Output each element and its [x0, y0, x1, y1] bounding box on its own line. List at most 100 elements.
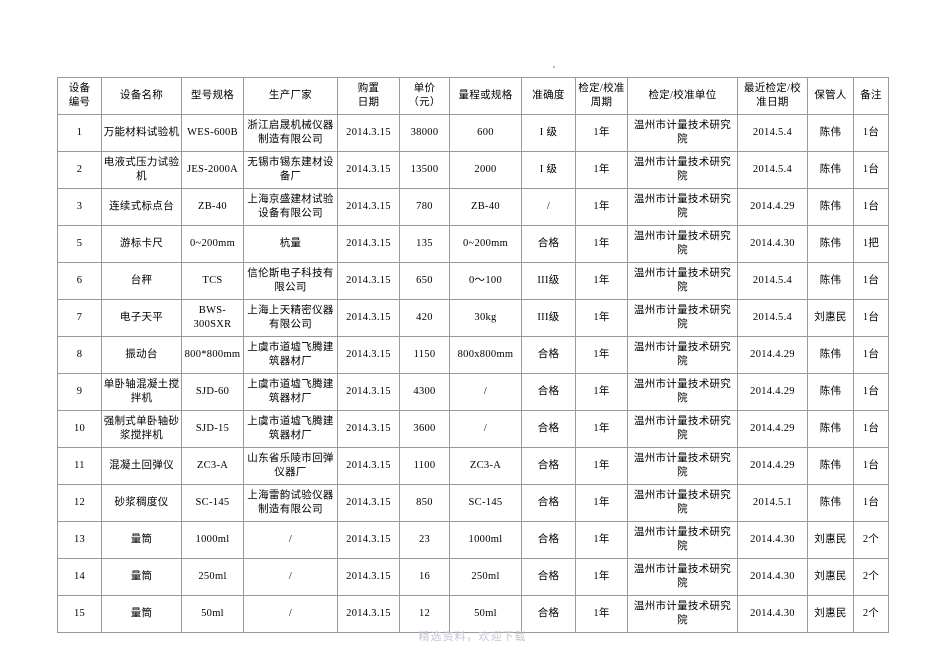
cell-no: 10 [57, 410, 102, 448]
cell-name: 游标卡尺 [101, 225, 182, 263]
cell-price: 135 [399, 225, 450, 263]
cell-name: 量筒 [101, 521, 182, 559]
column-header-12: 备注 [853, 77, 889, 115]
column-header-line1: 生产厂家 [268, 89, 313, 101]
cell-purchase-date: 2014.3.15 [337, 373, 400, 411]
cell-range-spec: 800x800mm [449, 336, 522, 374]
column-header-line1: 购置 [357, 82, 380, 94]
table-header: 设备 编号 设备名称 型号规格 生产厂家 购置 日期 单价 （元） 量程或规格 准确度 检定/校准 周期… [57, 77, 889, 115]
cell-maker: / [243, 558, 338, 596]
cell-last-date: 2014.4.29 [737, 188, 808, 226]
cell-name: 台秤 [101, 262, 182, 300]
cell-price: 650 [399, 262, 450, 300]
cell-model: JES-2000A [181, 151, 244, 189]
cell-org: 温州市计量技术研究院 [627, 336, 738, 374]
cell-name: 量筒 [101, 595, 182, 633]
cell-purchase-date: 2014.3.15 [337, 521, 400, 559]
cell-org: 温州市计量技术研究院 [627, 521, 738, 559]
cell-purchase-date: 2014.3.15 [337, 299, 400, 337]
cell-name: 电子天平 [101, 299, 182, 337]
cell-no: 1 [57, 114, 102, 152]
column-header-11: 保管人 [807, 77, 854, 115]
cell-remark: 1台 [853, 299, 889, 337]
cell-cycle: 1年 [575, 373, 628, 411]
cell-range-spec: ZB-40 [449, 188, 522, 226]
cell-last-date: 2014.5.4 [737, 299, 808, 337]
column-header-6: 量程或规格 [449, 77, 522, 115]
cell-remark: 2个 [853, 595, 889, 633]
cell-cycle: 1年 [575, 225, 628, 263]
cell-remark: 2个 [853, 521, 889, 559]
table-row: 14 量筒 250ml/2014.3.15 16 250ml 合格 1年 温州市计量技术研究院… [57, 558, 889, 596]
cell-no: 12 [57, 484, 102, 522]
cell-model: SC-145 [181, 484, 244, 522]
cell-model: 1000ml [181, 521, 244, 559]
cell-range-spec: 250ml [449, 558, 522, 596]
cell-range-spec: 50ml [449, 595, 522, 633]
cell-range-spec: 600 [449, 114, 522, 152]
cell-cycle: 1年 [575, 558, 628, 596]
table-row: 12 砂浆稠度仪 SC-145 上海雷韵试验仪器制造有限公司 2014.3.15 850 S… [57, 484, 889, 522]
cell-purchase-date: 2014.3.15 [337, 114, 400, 152]
cell-last-date: 2014.5.1 [737, 484, 808, 522]
cell-org: 温州市计量技术研究院 [627, 114, 738, 152]
cell-last-date: 2014.4.29 [737, 373, 808, 411]
cell-maker: 浙江启晟机械仪器制造有限公司 [243, 114, 338, 152]
equipment-ledger-table: 设备 编号 设备名称 型号规格 生产厂家 购置 日期 单价 （元） 量程或规格 准确度 检定/校准 周期… [57, 77, 889, 633]
cell-no: 13 [57, 521, 102, 559]
cell-purchase-date: 2014.3.15 [337, 225, 400, 263]
column-header-line1: 最近检定/校 [743, 82, 802, 94]
cell-no: 11 [57, 447, 102, 485]
cell-range-spec: 0～100 [449, 262, 522, 300]
cell-no: 2 [57, 151, 102, 189]
table-row: 1 万能材料试验机 WES-600B 浙江启晟机械仪器制造有限公司 2014.3.15 3… [57, 114, 889, 152]
column-header-1: 设备名称 [101, 77, 182, 115]
cell-accuracy: III级 [521, 262, 576, 300]
cell-last-date: 2014.5.4 [737, 151, 808, 189]
column-header-line1: 检定/校准单位 [648, 89, 717, 101]
cell-accuracy: / [521, 188, 576, 226]
cell-last-date: 2014.5.4 [737, 262, 808, 300]
cell-name: 振动台 [101, 336, 182, 374]
cell-price: 12 [399, 595, 450, 633]
cell-remark: 2个 [853, 558, 889, 596]
cell-keeper: 陈伟 [807, 484, 854, 522]
cell-accuracy: I 级 [521, 114, 576, 152]
cell-last-date: 2014.4.29 [737, 336, 808, 374]
table-row: 6 台秤 TCS 信伦斯电子科技有限公司 2014.3.15 650 0～100 III级 1年… [57, 262, 889, 300]
cell-no: 3 [57, 188, 102, 226]
cell-keeper: 陈伟 [807, 410, 854, 448]
cell-last-date: 2014.4.30 [737, 225, 808, 263]
cell-keeper: 陈伟 [807, 373, 854, 411]
cell-org: 温州市计量技术研究院 [627, 225, 738, 263]
cell-accuracy: 合格 [521, 595, 576, 633]
cell-purchase-date: 2014.3.15 [337, 336, 400, 374]
cell-price: 16 [399, 558, 450, 596]
column-header-line1: 型号规格 [190, 89, 235, 101]
cell-price: 38000 [399, 114, 450, 152]
cell-cycle: 1年 [575, 595, 628, 633]
cell-price: 4300 [399, 373, 450, 411]
cell-org: 温州市计量技术研究院 [627, 188, 738, 226]
cell-accuracy: 合格 [521, 521, 576, 559]
cell-no: 15 [57, 595, 102, 633]
cell-name: 连续式标点台 [101, 188, 182, 226]
column-header-3: 生产厂家 [243, 77, 338, 115]
cell-remark: 1台 [853, 447, 889, 485]
cell-keeper: 陈伟 [807, 188, 854, 226]
cell-remark: 1台 [853, 484, 889, 522]
column-header-4: 购置 日期 [337, 77, 400, 115]
cell-name: 混凝土回弹仪 [101, 447, 182, 485]
cell-cycle: 1年 [575, 336, 628, 374]
cell-model: ZB-40 [181, 188, 244, 226]
column-header-9: 检定/校准单位 [627, 77, 738, 115]
cell-range-spec: 30kg [449, 299, 522, 337]
cell-price: 1100 [399, 447, 450, 485]
cell-keeper: 刘惠民 [807, 299, 854, 337]
cell-no: 6 [57, 262, 102, 300]
column-header-line2: （元） [408, 97, 441, 108]
table-row: 8 振动台 800*800mm 上虞市道墟飞腾建筑器材厂 2014.3.15 1150 80… [57, 336, 889, 374]
cell-purchase-date: 2014.3.15 [337, 262, 400, 300]
column-header-line1: 检定/校准 [578, 82, 625, 94]
cell-maker: 上虞市道墟飞腾建筑器材厂 [243, 336, 338, 374]
